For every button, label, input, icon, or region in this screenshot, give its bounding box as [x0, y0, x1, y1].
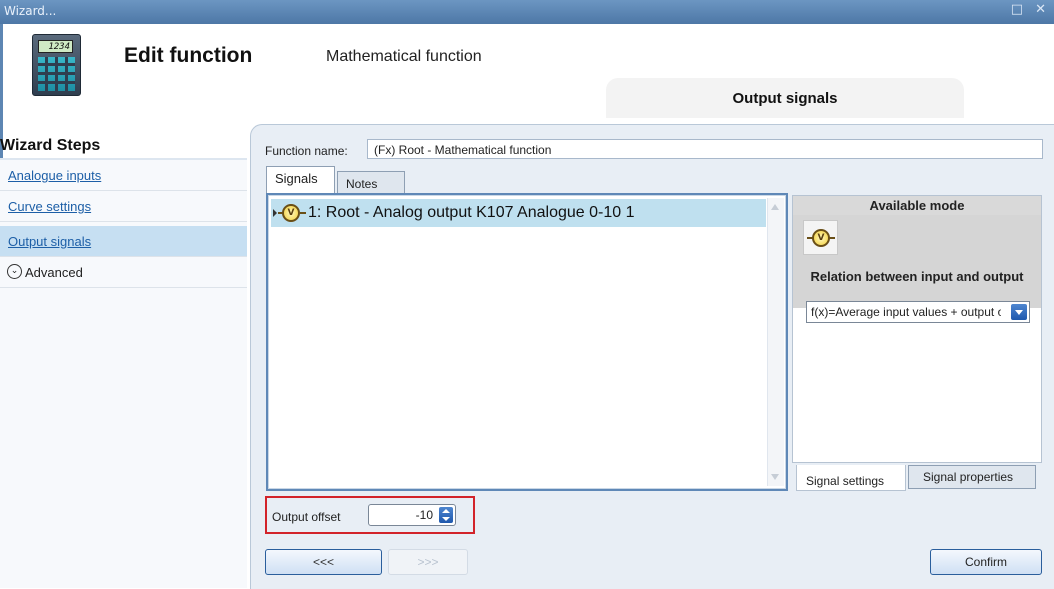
spinner-icon[interactable] [439, 507, 453, 523]
relation-dropdown[interactable]: f(x)=Average input values + output offse… [806, 301, 1030, 323]
function-name-input[interactable]: (Fx) Root - Mathematical function [367, 139, 1043, 159]
page-title: Edit function [124, 44, 253, 67]
output-offset-stepper[interactable]: -10 [368, 504, 456, 526]
chevron-down-icon[interactable]: ⌄ [7, 264, 22, 279]
step-output-signals-link[interactable]: Output signals [8, 234, 91, 249]
tab-signals[interactable]: Signals [266, 166, 335, 193]
step-analogue-inputs[interactable]: Analogue inputs [0, 160, 247, 191]
output-offset-value[interactable]: -10 [416, 508, 433, 522]
calculator-display: 1234 [38, 40, 73, 53]
voltage-mode-icon: V [812, 229, 830, 247]
voltage-signal-icon: V [282, 204, 300, 222]
calculator-keys [38, 57, 75, 91]
signal-list-item[interactable]: V 1: Root - Analog output K107 Analogue … [271, 199, 766, 227]
available-mode-header: Available mode [793, 196, 1041, 215]
signals-list: V 1: Root - Analog output K107 Analogue … [266, 193, 788, 491]
page-subtitle: Mathematical function [326, 48, 482, 65]
window-controls[interactable]: □ ✕ [1011, 2, 1050, 17]
window-title-bar: Wizard... □ ✕ [0, 0, 1054, 24]
step-output-signals[interactable]: Output signals [0, 226, 247, 257]
step-analogue-inputs-link[interactable]: Analogue inputs [8, 168, 101, 183]
mode-connector [829, 237, 835, 239]
signals-scrollbar[interactable] [767, 198, 784, 486]
dropdown-arrow-icon[interactable] [1011, 304, 1027, 320]
relation-label: Relation between input and output [810, 269, 1024, 284]
tab-output-signals[interactable]: Output signals [606, 78, 964, 118]
back-button[interactable]: <<< [265, 549, 382, 575]
voltage-mode-button[interactable]: V [803, 220, 838, 255]
calculator-icon: 1234 [32, 34, 81, 96]
next-button[interactable]: >>> [388, 549, 468, 575]
relation-dropdown-value: f(x)=Average input values + output offse… [811, 305, 1001, 319]
signal-label: 1: Root - Analog output K107 Analogue 0-… [308, 204, 635, 221]
wizard-steps-sidebar: Analogue inputs Curve settings Output si… [0, 158, 247, 588]
signal-connector [300, 212, 306, 214]
tab-notes[interactable]: Notes [337, 171, 405, 195]
window-title: Wizard... [4, 4, 57, 18]
scroll-down-icon[interactable] [771, 474, 779, 480]
confirm-button[interactable]: Confirm [930, 549, 1042, 575]
expand-arrow-icon[interactable] [273, 209, 277, 217]
tab-signal-properties[interactable]: Signal properties [908, 465, 1036, 489]
wizard-steps-title: Wizard Steps [0, 137, 101, 154]
tab-output-signals-label: Output signals [732, 90, 838, 107]
tab-signal-settings[interactable]: Signal settings [796, 465, 906, 491]
function-name-label: Function name: [265, 144, 348, 158]
output-offset-label: Output offset [272, 510, 341, 524]
step-curve-settings[interactable]: Curve settings [0, 191, 247, 222]
step-advanced-label: Advanced [25, 265, 83, 280]
scroll-up-icon[interactable] [771, 204, 779, 210]
step-advanced[interactable]: ⌄ Advanced [0, 257, 247, 288]
step-curve-settings-link[interactable]: Curve settings [8, 199, 91, 214]
